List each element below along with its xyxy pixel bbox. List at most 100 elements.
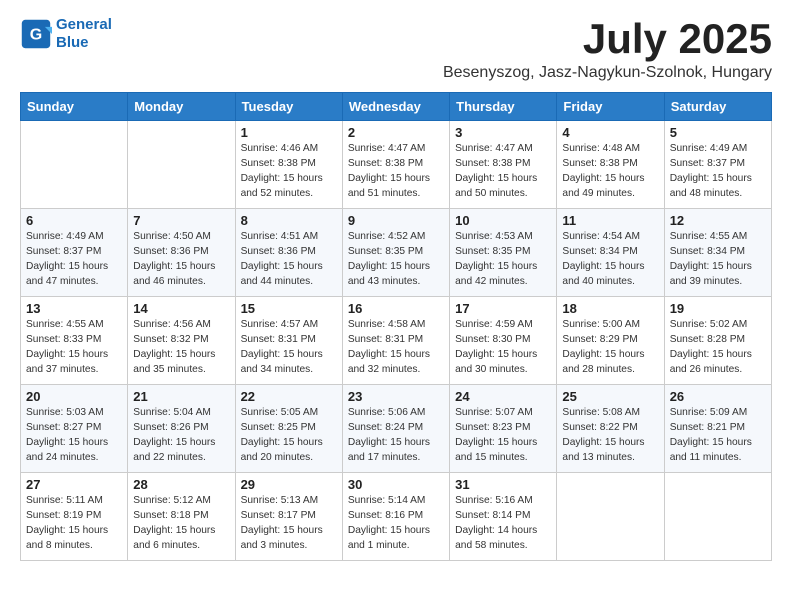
day-info: Sunrise: 4:47 AM Sunset: 8:38 PM Dayligh…	[455, 142, 551, 201]
day-number: 19	[670, 301, 766, 316]
location-title: Besenyszog, Jasz-Nagykun-Szolnok, Hungar…	[443, 64, 772, 82]
calendar-cell: 1 Sunrise: 4:46 AM Sunset: 8:38 PM Daylig…	[235, 121, 342, 209]
page-header: G General Blue July 2025 Besenyszog, Jas…	[20, 16, 772, 82]
day-info: Sunrise: 5:02 AM Sunset: 8:28 PM Dayligh…	[670, 318, 766, 377]
day-info: Sunrise: 4:46 AM Sunset: 8:38 PM Dayligh…	[241, 142, 337, 201]
logo-icon: G	[20, 18, 52, 50]
day-number: 10	[455, 213, 551, 228]
week-row-4: 20 Sunrise: 5:03 AM Sunset: 8:27 PM Dayli…	[21, 385, 772, 473]
day-info: Sunrise: 4:58 AM Sunset: 8:31 PM Dayligh…	[348, 318, 444, 377]
day-number: 2	[348, 125, 444, 140]
calendar-cell: 31 Sunrise: 5:16 AM Sunset: 8:14 PM Dayli…	[450, 473, 557, 561]
logo-line2: Blue	[56, 34, 89, 51]
day-number: 20	[26, 389, 122, 404]
day-info: Sunrise: 4:47 AM Sunset: 8:38 PM Dayligh…	[348, 142, 444, 201]
calendar-cell: 18Sunrise: 5:00 AM Sunset: 8:29 PM Dayli…	[557, 297, 664, 385]
day-number: 1	[241, 125, 337, 140]
day-number: 14	[133, 301, 229, 316]
calendar-cell: 5Sunrise: 4:49 AM Sunset: 8:37 PM Daylig…	[664, 121, 771, 209]
day-number: 29	[241, 477, 337, 492]
calendar-cell: 9Sunrise: 4:52 AM Sunset: 8:35 PM Daylig…	[342, 209, 449, 297]
day-info: Sunrise: 5:14 AM Sunset: 8:16 PM Dayligh…	[348, 494, 444, 553]
day-info: Sunrise: 4:50 AM Sunset: 8:36 PM Dayligh…	[133, 230, 229, 289]
calendar-cell: 15Sunrise: 4:57 AM Sunset: 8:31 PM Dayli…	[235, 297, 342, 385]
day-info: Sunrise: 5:03 AM Sunset: 8:27 PM Dayligh…	[26, 406, 122, 465]
day-info: Sunrise: 5:16 AM Sunset: 8:14 PM Dayligh…	[455, 494, 551, 553]
day-info: Sunrise: 5:13 AM Sunset: 8:17 PM Dayligh…	[241, 494, 337, 553]
day-number: 26	[670, 389, 766, 404]
day-number: 28	[133, 477, 229, 492]
day-info: Sunrise: 4:52 AM Sunset: 8:35 PM Dayligh…	[348, 230, 444, 289]
day-number: 25	[562, 389, 658, 404]
calendar-cell: 12 Sunrise: 4:55 AM Sunset: 8:34 PM Dayli…	[664, 209, 771, 297]
day-number: 27	[26, 477, 122, 492]
day-info: Sunrise: 4:55 AM Sunset: 8:34 PM Dayligh…	[670, 230, 766, 289]
day-info: Sunrise: 5:07 AM Sunset: 8:23 PM Dayligh…	[455, 406, 551, 465]
day-info: Sunrise: 4:49 AM Sunset: 8:37 PM Dayligh…	[670, 142, 766, 201]
day-number: 31	[455, 477, 551, 492]
day-number: 12	[670, 213, 766, 228]
calendar-cell: 3 Sunrise: 4:47 AM Sunset: 8:38 PM Daylig…	[450, 121, 557, 209]
day-info: Sunrise: 5:12 AM Sunset: 8:18 PM Dayligh…	[133, 494, 229, 553]
calendar-cell: 13 Sunrise: 4:55 AM Sunset: 8:33 PM Dayli…	[21, 297, 128, 385]
day-number: 4	[562, 125, 658, 140]
calendar-cell: 30 Sunrise: 5:14 AM Sunset: 8:16 PM Dayli…	[342, 473, 449, 561]
day-number: 6	[26, 213, 122, 228]
calendar-cell: 27 Sunrise: 5:11 AM Sunset: 8:19 PM Dayli…	[21, 473, 128, 561]
day-info: Sunrise: 4:51 AM Sunset: 8:36 PM Dayligh…	[241, 230, 337, 289]
day-number: 16	[348, 301, 444, 316]
day-info: Sunrise: 5:04 AM Sunset: 8:26 PM Dayligh…	[133, 406, 229, 465]
day-number: 21	[133, 389, 229, 404]
calendar-cell: 25 Sunrise: 5:08 AM Sunset: 8:22 PM Dayli…	[557, 385, 664, 473]
day-number: 3	[455, 125, 551, 140]
week-row-1: 1 Sunrise: 4:46 AM Sunset: 8:38 PM Daylig…	[21, 121, 772, 209]
calendar-cell	[557, 473, 664, 561]
calendar-cell: 8 Sunrise: 4:51 AM Sunset: 8:36 PM Daylig…	[235, 209, 342, 297]
calendar-cell	[21, 121, 128, 209]
day-info: Sunrise: 4:54 AM Sunset: 8:34 PM Dayligh…	[562, 230, 658, 289]
day-info: Sunrise: 4:55 AM Sunset: 8:33 PM Dayligh…	[26, 318, 122, 377]
day-number: 23	[348, 389, 444, 404]
calendar-cell	[128, 121, 235, 209]
calendar-cell: 4 Sunrise: 4:48 AM Sunset: 8:38 PM Daylig…	[557, 121, 664, 209]
day-number: 22	[241, 389, 337, 404]
calendar-cell: 24 Sunrise: 5:07 AM Sunset: 8:23 PM Dayli…	[450, 385, 557, 473]
day-info: Sunrise: 4:49 AM Sunset: 8:37 PM Dayligh…	[26, 230, 122, 289]
month-title: July 2025	[443, 16, 772, 62]
logo-line1: General	[56, 16, 112, 33]
day-info: Sunrise: 4:57 AM Sunset: 8:31 PM Dayligh…	[241, 318, 337, 377]
day-number: 11	[562, 213, 658, 228]
title-block: July 2025 Besenyszog, Jasz-Nagykun-Szoln…	[443, 16, 772, 82]
calendar-table: SundayMondayTuesdayWednesdayThursdayFrid…	[20, 92, 772, 561]
day-number: 17	[455, 301, 551, 316]
week-row-2: 6 Sunrise: 4:49 AM Sunset: 8:37 PM Daylig…	[21, 209, 772, 297]
day-info: Sunrise: 5:05 AM Sunset: 8:25 PM Dayligh…	[241, 406, 337, 465]
day-info: Sunrise: 5:11 AM Sunset: 8:19 PM Dayligh…	[26, 494, 122, 553]
weekday-header-wednesday: Wednesday	[342, 93, 449, 121]
calendar-cell	[664, 473, 771, 561]
day-number: 13	[26, 301, 122, 316]
calendar-cell: 17 Sunrise: 4:59 AM Sunset: 8:30 PM Dayli…	[450, 297, 557, 385]
calendar-cell: 14 Sunrise: 4:56 AM Sunset: 8:32 PM Dayli…	[128, 297, 235, 385]
day-number: 24	[455, 389, 551, 404]
calendar-cell: 19 Sunrise: 5:02 AM Sunset: 8:28 PM Dayli…	[664, 297, 771, 385]
weekday-header-saturday: Saturday	[664, 93, 771, 121]
day-number: 30	[348, 477, 444, 492]
calendar-cell: 21 Sunrise: 5:04 AM Sunset: 8:26 PM Dayli…	[128, 385, 235, 473]
day-number: 8	[241, 213, 337, 228]
day-info: Sunrise: 4:48 AM Sunset: 8:38 PM Dayligh…	[562, 142, 658, 201]
day-info: Sunrise: 4:59 AM Sunset: 8:30 PM Dayligh…	[455, 318, 551, 377]
calendar-cell: 26Sunrise: 5:09 AM Sunset: 8:21 PM Dayli…	[664, 385, 771, 473]
logo-text: General Blue	[56, 16, 112, 52]
calendar-cell: 10Sunrise: 4:53 AM Sunset: 8:35 PM Dayli…	[450, 209, 557, 297]
week-row-5: 27 Sunrise: 5:11 AM Sunset: 8:19 PM Dayli…	[21, 473, 772, 561]
calendar-cell: 22 Sunrise: 5:05 AM Sunset: 8:25 PM Dayli…	[235, 385, 342, 473]
calendar-cell: 7Sunrise: 4:50 AM Sunset: 8:36 PM Daylig…	[128, 209, 235, 297]
day-info: Sunrise: 4:56 AM Sunset: 8:32 PM Dayligh…	[133, 318, 229, 377]
weekday-header-sunday: Sunday	[21, 93, 128, 121]
calendar-cell: 11 Sunrise: 4:54 AM Sunset: 8:34 PM Dayli…	[557, 209, 664, 297]
calendar-cell: 23Sunrise: 5:06 AM Sunset: 8:24 PM Dayli…	[342, 385, 449, 473]
calendar-cell: 16 Sunrise: 4:58 AM Sunset: 8:31 PM Dayli…	[342, 297, 449, 385]
day-info: Sunrise: 5:08 AM Sunset: 8:22 PM Dayligh…	[562, 406, 658, 465]
weekday-header-row: SundayMondayTuesdayWednesdayThursdayFrid…	[21, 93, 772, 121]
